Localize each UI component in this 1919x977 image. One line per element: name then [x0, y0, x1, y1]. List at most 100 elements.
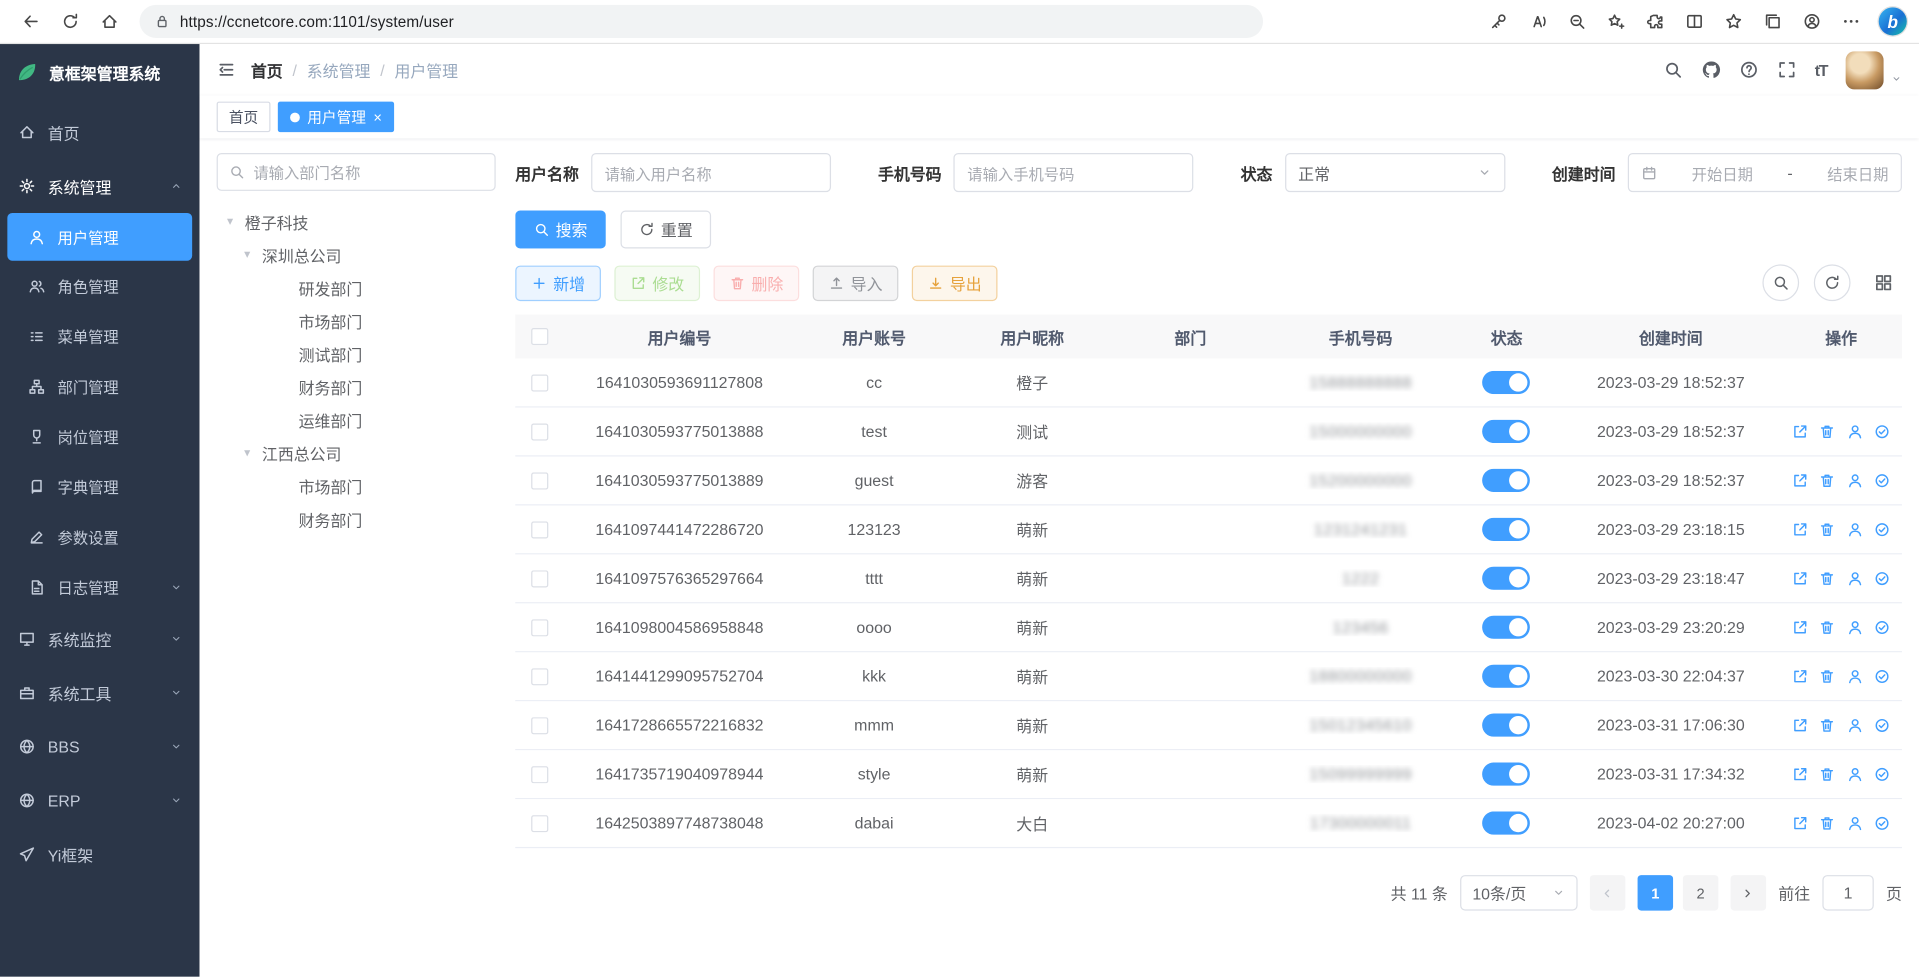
favorites-add-icon[interactable] [1597, 4, 1634, 38]
edit-icon[interactable] [1792, 521, 1809, 538]
row-checkbox[interactable] [531, 423, 548, 440]
row-checkbox[interactable] [531, 619, 548, 636]
reset-password-icon[interactable] [1847, 619, 1864, 636]
reset-button[interactable]: 重置 [621, 211, 712, 249]
copilot-icon[interactable]: b [1879, 7, 1907, 35]
tree-node[interactable]: 财务部门 [217, 371, 496, 404]
page-button-1[interactable]: 1 [1638, 875, 1673, 910]
caret-icon[interactable]: ▾ [239, 447, 256, 460]
tree-node[interactable]: 研发部门 [217, 272, 496, 305]
delete-icon[interactable] [1819, 423, 1836, 440]
edit-icon[interactable] [1792, 619, 1809, 636]
refresh-table-button[interactable] [1814, 264, 1851, 301]
status-toggle[interactable] [1483, 567, 1531, 590]
edit-icon[interactable] [1792, 815, 1809, 832]
tree-node[interactable]: ▾深圳总公司 [217, 239, 496, 272]
phone-input[interactable]: 请输入手机号码 [954, 153, 1194, 192]
reset-password-icon[interactable] [1847, 521, 1864, 538]
sidebar-item-user[interactable]: 用户管理 [7, 213, 192, 261]
delete-icon[interactable] [1819, 472, 1836, 489]
breadcrumb-item[interactable]: 首页 [251, 58, 283, 81]
caret-icon[interactable]: ▾ [222, 215, 239, 228]
assign-role-icon[interactable] [1874, 423, 1891, 440]
delete-icon[interactable] [1819, 668, 1836, 685]
row-checkbox[interactable] [531, 374, 548, 391]
sidebar-item-bbs[interactable]: BBS [0, 720, 199, 774]
home-icon[interactable] [91, 4, 128, 38]
select-all-checkbox[interactable] [531, 328, 548, 345]
reset-password-icon[interactable] [1847, 766, 1864, 783]
sidebar-item-monitor[interactable]: 系统监控 [0, 612, 199, 666]
next-page-button[interactable] [1731, 875, 1766, 910]
goto-page-input[interactable]: 1 [1822, 875, 1873, 910]
status-toggle[interactable] [1483, 762, 1531, 785]
sidebar-item-yiframe[interactable]: Yi框架 [0, 827, 199, 881]
edit-icon[interactable] [1792, 717, 1809, 734]
user-avatar[interactable] [1846, 51, 1884, 89]
delete-button[interactable]: 删除 [714, 265, 800, 300]
search-button[interactable]: 搜索 [515, 211, 606, 249]
reset-password-icon[interactable] [1847, 815, 1864, 832]
help-icon[interactable] [1739, 60, 1759, 80]
sidebar-item-dict[interactable]: 字典管理 [0, 461, 199, 511]
close-icon[interactable]: × [373, 110, 382, 125]
back-icon[interactable] [12, 4, 49, 38]
edit-icon[interactable] [1792, 668, 1809, 685]
sidebar-item-log[interactable]: 日志管理 [0, 562, 199, 612]
search-icon[interactable] [1663, 60, 1683, 80]
status-select[interactable]: 正常 [1285, 153, 1505, 192]
reset-password-icon[interactable] [1847, 668, 1864, 685]
import-button[interactable]: 导入 [813, 265, 899, 300]
tree-node[interactable]: 测试部门 [217, 338, 496, 371]
github-icon[interactable] [1701, 60, 1721, 80]
status-toggle[interactable] [1483, 420, 1531, 443]
sidebar-item-dept[interactable]: 部门管理 [0, 361, 199, 411]
reset-password-icon[interactable] [1847, 472, 1864, 489]
tree-node[interactable]: 财务部门 [217, 503, 496, 536]
status-toggle[interactable] [1483, 469, 1531, 492]
row-checkbox[interactable] [531, 717, 548, 734]
delete-icon[interactable] [1819, 717, 1836, 734]
caret-icon[interactable]: ▾ [239, 248, 256, 261]
more-icon[interactable] [1832, 4, 1869, 38]
breadcrumb-item[interactable]: 系统管理 [307, 58, 371, 81]
row-checkbox[interactable] [531, 668, 548, 685]
page-button-2[interactable]: 2 [1683, 875, 1718, 910]
page-size-select[interactable]: 10条/页 [1460, 875, 1577, 910]
status-toggle[interactable] [1483, 665, 1531, 688]
row-checkbox[interactable] [531, 766, 548, 783]
date-range-input[interactable]: 开始日期 - 结束日期 [1628, 153, 1902, 192]
lock-icon[interactable] [154, 13, 170, 29]
tree-node[interactable]: ▾江西总公司 [217, 437, 496, 470]
row-checkbox[interactable] [531, 472, 548, 489]
row-checkbox[interactable] [531, 815, 548, 832]
collections-icon[interactable] [1754, 4, 1791, 38]
tree-node[interactable]: 市场部门 [217, 470, 496, 503]
assign-role-icon[interactable] [1874, 619, 1891, 636]
refresh-icon[interactable] [51, 4, 88, 38]
status-toggle[interactable] [1483, 714, 1531, 737]
reset-password-icon[interactable] [1847, 570, 1864, 587]
status-toggle[interactable] [1483, 616, 1531, 639]
assign-role-icon[interactable] [1874, 570, 1891, 587]
fullscreen-icon[interactable] [1777, 60, 1797, 80]
font-size-icon[interactable]: tT [1815, 61, 1828, 79]
tab-首页[interactable]: 首页 [217, 102, 271, 133]
assign-role-icon[interactable] [1874, 668, 1891, 685]
sidebar-item-home[interactable]: 首页 [0, 105, 199, 159]
delete-icon[interactable] [1819, 521, 1836, 538]
delete-icon[interactable] [1819, 815, 1836, 832]
assign-role-icon[interactable] [1874, 815, 1891, 832]
password-key-icon[interactable] [1480, 4, 1517, 38]
assign-role-icon[interactable] [1874, 472, 1891, 489]
assign-role-icon[interactable] [1874, 521, 1891, 538]
sidebar-item-erp[interactable]: ERP [0, 774, 199, 828]
tree-node[interactable]: 市场部门 [217, 305, 496, 338]
row-checkbox[interactable] [531, 570, 548, 587]
browser-profile-icon[interactable] [1793, 4, 1830, 38]
tree-node[interactable]: ▾橙子科技 [217, 206, 496, 239]
sidebar-item-param[interactable]: 参数设置 [0, 512, 199, 562]
column-settings-button[interactable] [1865, 264, 1902, 301]
favorites-icon[interactable] [1715, 4, 1752, 38]
reset-password-icon[interactable] [1847, 717, 1864, 734]
